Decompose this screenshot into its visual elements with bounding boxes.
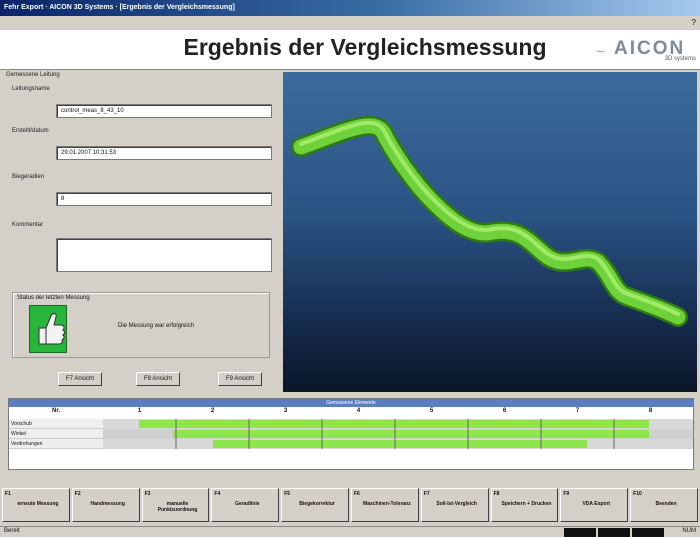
- section-title: Gemessene Leitung: [6, 72, 60, 78]
- column-header: 2: [210, 408, 215, 414]
- tube-model: [291, 115, 688, 327]
- f7-compare-button[interactable]: F7 Soll-Ist-Vergleich: [420, 488, 489, 522]
- field-label-comment: Kommentar: [12, 222, 44, 228]
- tolerance-bars: [103, 419, 693, 449]
- column-header: 5: [429, 408, 434, 414]
- column-header: 3: [283, 408, 288, 414]
- view-button-3[interactable]: F9 Ansicht: [218, 372, 262, 386]
- status-title: Status der letzten Messung: [17, 295, 90, 301]
- f8-save-print-button[interactable]: F8 Speichern + Drucken: [490, 488, 559, 522]
- status-panel: [632, 528, 664, 537]
- column-header: 6: [502, 408, 507, 414]
- window-title: Fehr Export · AICON 3D Systems · [Ergebn…: [4, 4, 235, 11]
- measurement-info-panel: Gemessene Leitung Leitungsname control_m…: [6, 72, 280, 392]
- function-key-bar: F1 erneute Messung F2 Handmessung F3 manuel…: [0, 488, 700, 524]
- table-header-row: Nr. 1 2 3 4 5 6 7 8: [9, 408, 693, 418]
- column-header: 4: [356, 408, 361, 414]
- page-title: Ergebnis der Vergleichsmessung: [183, 34, 547, 60]
- f2-hand-measure-button[interactable]: F2 Handmessung: [71, 488, 140, 522]
- field-label-name: Leitungsname: [12, 86, 50, 92]
- f9-vda-export-button[interactable]: F9 VDA Export: [560, 488, 629, 522]
- table-title: Gemessene Elemente: [9, 399, 693, 407]
- view-button-1[interactable]: F7 Ansicht: [58, 372, 102, 386]
- menubar: ?: [0, 16, 700, 30]
- f1-remeasure-button[interactable]: F1 erneute Messung: [2, 488, 70, 522]
- page-header: Ergebnis der Vergleichsmessung ~ AICON 3…: [0, 30, 700, 70]
- f3-manual-point-button[interactable]: F3 manuelle Punktzuordnung: [141, 488, 210, 522]
- status-text: Die Messung war erfolgreich: [118, 323, 195, 329]
- column-header: 8: [648, 408, 653, 414]
- status-bar: Bereit NUM: [0, 526, 700, 537]
- column-header: 1: [137, 408, 142, 414]
- window-titlebar: Fehr Export · AICON 3D Systems · [Ergebn…: [0, 0, 700, 16]
- f6-machine-tolerance-button[interactable]: F6 Maschinen-Toleranz: [350, 488, 419, 522]
- logo-wave-icon: ~: [596, 44, 606, 61]
- status-num: NUM: [682, 528, 696, 534]
- status-panel: [564, 528, 596, 537]
- column-header: 7: [575, 408, 580, 414]
- view-button-2[interactable]: F8 Ansicht: [136, 372, 180, 386]
- table-row-label: Vorschub: [9, 419, 103, 429]
- table-row-label: Verdrehungen: [9, 439, 103, 449]
- 3d-tube-viewport[interactable]: [283, 72, 697, 392]
- elements-table: Gemessene Elemente Nr. 1 2 3 4 5 6 7 8 V…: [8, 398, 694, 470]
- date-field[interactable]: 29.01.2007 10:31:53: [56, 146, 272, 160]
- aicon-logo: ~ AICON 3D systems: [596, 36, 696, 66]
- column-header-nr: Nr.: [51, 408, 60, 414]
- status-ready: Bereit: [4, 528, 20, 534]
- status-group: Status der letzten Messung Die Messung w…: [12, 292, 270, 358]
- menu-help-icon[interactable]: ?: [692, 18, 696, 27]
- line-name-field[interactable]: control_meas_8_43_10: [56, 104, 272, 118]
- f5-bend-correction-button[interactable]: F5 Biegekorrektur: [281, 488, 349, 522]
- f10-exit-button[interactable]: F10 Beenden: [630, 488, 698, 522]
- bends-field[interactable]: 8: [56, 192, 272, 206]
- field-label-date: Erstellt/datum: [12, 128, 49, 134]
- thumbs-up-icon: [29, 305, 67, 353]
- f4-straight-button[interactable]: F4 Geradlinie: [211, 488, 280, 522]
- status-panel: [598, 528, 630, 537]
- table-row-label: Winkel: [9, 429, 103, 439]
- field-label-bends: Biegeradien: [12, 174, 45, 180]
- comment-field[interactable]: [56, 238, 272, 272]
- logo-subtitle: 3D systems: [664, 56, 696, 62]
